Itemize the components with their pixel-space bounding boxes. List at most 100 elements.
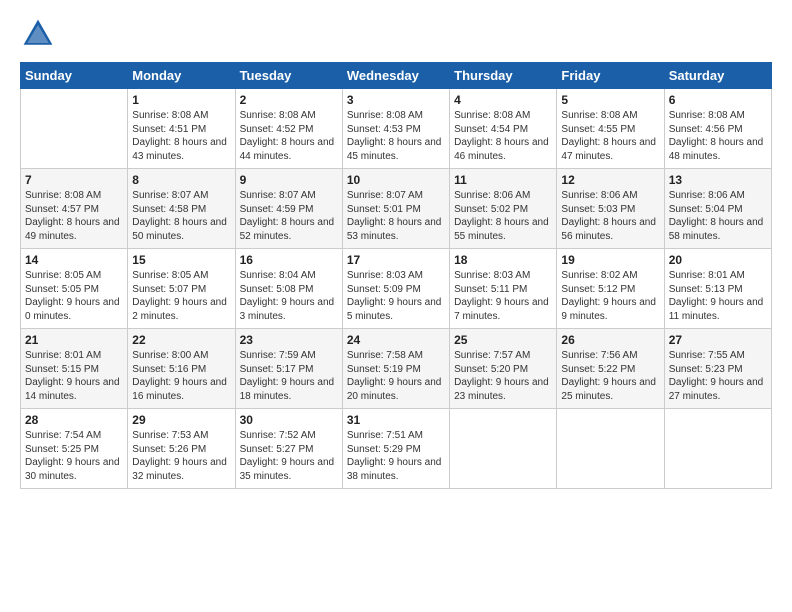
calendar-day-cell: 14Sunrise: 8:05 AMSunset: 5:05 PMDayligh… (21, 249, 128, 329)
calendar-day-cell: 12 Sunrise: 8:06 AMSunset: 5:03 PMDayligh… (557, 169, 664, 249)
day-info: Sunrise: 8:01 AMSunset: 5:15 PMDaylight:… (25, 349, 123, 403)
day-info: Sunrise: 8:08 AMSunset: 4:54 PMDaylight:… (454, 109, 552, 163)
calendar-day-cell: 19 Sunrise: 8:02 AMSunset: 5:12 PMDayligh… (557, 249, 664, 329)
day-info: Sunrise: 8:08 AMSunset: 4:57 PMDaylight:… (25, 189, 123, 243)
calendar-day-cell: 18 Sunrise: 8:03 AMSunset: 5:11 PMDayligh… (450, 249, 557, 329)
day-info: Sunrise: 7:58 AMSunset: 5:19 PMDaylight:… (347, 349, 445, 403)
calendar-week-row: 21 Sunrise: 8:01 AMSunset: 5:15 PMDayligh… (21, 329, 772, 409)
day-number: 31 (347, 413, 445, 427)
day-number: 9 (240, 173, 338, 187)
page-container: SundayMondayTuesdayWednesdayThursdayFrid… (0, 0, 792, 499)
logo (20, 16, 62, 52)
calendar-header-row: SundayMondayTuesdayWednesdayThursdayFrid… (21, 63, 772, 89)
calendar-day-cell: 29Sunrise: 7:53 AMSunset: 5:26 PMDayligh… (128, 409, 235, 489)
day-number: 26 (561, 333, 659, 347)
calendar-week-row: 7 Sunrise: 8:08 AMSunset: 4:57 PMDaylight… (21, 169, 772, 249)
calendar-day-cell: 8 Sunrise: 8:07 AMSunset: 4:58 PMDaylight… (128, 169, 235, 249)
calendar-day-cell: 23 Sunrise: 7:59 AMSunset: 5:17 PMDayligh… (235, 329, 342, 409)
calendar-day-cell: 13Sunrise: 8:06 AMSunset: 5:04 PMDayligh… (664, 169, 771, 249)
day-info: Sunrise: 8:08 AMSunset: 4:55 PMDaylight:… (561, 109, 659, 163)
calendar-table: SundayMondayTuesdayWednesdayThursdayFrid… (20, 62, 772, 489)
day-info: Sunrise: 8:08 AMSunset: 4:53 PMDaylight:… (347, 109, 445, 163)
day-number: 3 (347, 93, 445, 107)
day-info: Sunrise: 8:03 AMSunset: 5:11 PMDaylight:… (454, 269, 552, 323)
weekday-header: Tuesday (235, 63, 342, 89)
day-number: 21 (25, 333, 123, 347)
calendar-day-cell: 5 Sunrise: 8:08 AMSunset: 4:55 PMDaylight… (557, 89, 664, 169)
day-info: Sunrise: 8:08 AMSunset: 4:56 PMDaylight:… (669, 109, 767, 163)
logo-icon (20, 16, 56, 52)
calendar-day-cell: 30 Sunrise: 7:52 AMSunset: 5:27 PMDayligh… (235, 409, 342, 489)
day-info: Sunrise: 7:57 AMSunset: 5:20 PMDaylight:… (454, 349, 552, 403)
day-number: 16 (240, 253, 338, 267)
day-info: Sunrise: 8:05 AMSunset: 5:07 PMDaylight:… (132, 269, 230, 323)
day-number: 10 (347, 173, 445, 187)
calendar-day-cell: 15 Sunrise: 8:05 AMSunset: 5:07 PMDayligh… (128, 249, 235, 329)
calendar-day-cell: 11 Sunrise: 8:06 AMSunset: 5:02 PMDayligh… (450, 169, 557, 249)
day-info: Sunrise: 7:55 AMSunset: 5:23 PMDaylight:… (669, 349, 767, 403)
weekday-header: Wednesday (342, 63, 449, 89)
day-info: Sunrise: 8:01 AMSunset: 5:13 PMDaylight:… (669, 269, 767, 323)
calendar-day-cell: 3 Sunrise: 8:08 AMSunset: 4:53 PMDaylight… (342, 89, 449, 169)
day-number: 11 (454, 173, 552, 187)
calendar-day-cell: 2Sunrise: 8:08 AMSunset: 4:52 PMDaylight… (235, 89, 342, 169)
calendar-day-cell: 31 Sunrise: 7:51 AMSunset: 5:29 PMDayligh… (342, 409, 449, 489)
day-number: 14 (25, 253, 123, 267)
day-number: 1 (132, 93, 230, 107)
day-info: Sunrise: 7:51 AMSunset: 5:29 PMDaylight:… (347, 429, 445, 483)
calendar-day-cell: 20 Sunrise: 8:01 AMSunset: 5:13 PMDayligh… (664, 249, 771, 329)
calendar-day-cell (664, 409, 771, 489)
day-number: 8 (132, 173, 230, 187)
day-number: 5 (561, 93, 659, 107)
calendar-day-cell: 10 Sunrise: 8:07 AMSunset: 5:01 PMDayligh… (342, 169, 449, 249)
day-info: Sunrise: 8:08 AMSunset: 4:51 PMDaylight:… (132, 109, 230, 163)
day-number: 24 (347, 333, 445, 347)
day-number: 20 (669, 253, 767, 267)
day-number: 13 (669, 173, 767, 187)
day-number: 7 (25, 173, 123, 187)
day-number: 22 (132, 333, 230, 347)
calendar-day-cell: 4 Sunrise: 8:08 AMSunset: 4:54 PMDaylight… (450, 89, 557, 169)
calendar-day-cell: 21 Sunrise: 8:01 AMSunset: 5:15 PMDayligh… (21, 329, 128, 409)
day-info: Sunrise: 7:52 AMSunset: 5:27 PMDaylight:… (240, 429, 338, 483)
calendar-week-row: 1 Sunrise: 8:08 AMSunset: 4:51 PMDaylight… (21, 89, 772, 169)
day-info: Sunrise: 8:03 AMSunset: 5:09 PMDaylight:… (347, 269, 445, 323)
day-number: 15 (132, 253, 230, 267)
day-number: 4 (454, 93, 552, 107)
calendar-day-cell: 25 Sunrise: 7:57 AMSunset: 5:20 PMDayligh… (450, 329, 557, 409)
day-number: 17 (347, 253, 445, 267)
day-number: 27 (669, 333, 767, 347)
calendar-day-cell: 16 Sunrise: 8:04 AMSunset: 5:08 PMDayligh… (235, 249, 342, 329)
day-number: 19 (561, 253, 659, 267)
day-number: 18 (454, 253, 552, 267)
day-info: Sunrise: 7:59 AMSunset: 5:17 PMDaylight:… (240, 349, 338, 403)
calendar-day-cell: 28Sunrise: 7:54 AMSunset: 5:25 PMDayligh… (21, 409, 128, 489)
day-info: Sunrise: 8:02 AMSunset: 5:12 PMDaylight:… (561, 269, 659, 323)
calendar-day-cell: 6 Sunrise: 8:08 AMSunset: 4:56 PMDaylight… (664, 89, 771, 169)
weekday-header: Thursday (450, 63, 557, 89)
day-info: Sunrise: 8:07 AMSunset: 4:58 PMDaylight:… (132, 189, 230, 243)
day-info: Sunrise: 8:06 AMSunset: 5:03 PMDaylight:… (561, 189, 659, 243)
calendar-week-row: 14Sunrise: 8:05 AMSunset: 5:05 PMDayligh… (21, 249, 772, 329)
day-info: Sunrise: 8:07 AMSunset: 4:59 PMDaylight:… (240, 189, 338, 243)
calendar-day-cell: 7 Sunrise: 8:08 AMSunset: 4:57 PMDaylight… (21, 169, 128, 249)
day-number: 25 (454, 333, 552, 347)
calendar-day-cell: 1 Sunrise: 8:08 AMSunset: 4:51 PMDaylight… (128, 89, 235, 169)
day-info: Sunrise: 8:06 AMSunset: 5:02 PMDaylight:… (454, 189, 552, 243)
calendar-day-cell: 26Sunrise: 7:56 AMSunset: 5:22 PMDayligh… (557, 329, 664, 409)
day-info: Sunrise: 8:04 AMSunset: 5:08 PMDaylight:… (240, 269, 338, 323)
calendar-day-cell (450, 409, 557, 489)
day-number: 12 (561, 173, 659, 187)
calendar-day-cell: 27 Sunrise: 7:55 AMSunset: 5:23 PMDayligh… (664, 329, 771, 409)
day-number: 30 (240, 413, 338, 427)
weekday-header: Saturday (664, 63, 771, 89)
day-info: Sunrise: 7:53 AMSunset: 5:26 PMDaylight:… (132, 429, 230, 483)
day-number: 28 (25, 413, 123, 427)
day-info: Sunrise: 8:07 AMSunset: 5:01 PMDaylight:… (347, 189, 445, 243)
day-number: 6 (669, 93, 767, 107)
day-info: Sunrise: 8:08 AMSunset: 4:52 PMDaylight:… (240, 109, 338, 163)
calendar-day-cell (21, 89, 128, 169)
day-info: Sunrise: 8:00 AMSunset: 5:16 PMDaylight:… (132, 349, 230, 403)
day-number: 23 (240, 333, 338, 347)
calendar-day-cell: 17 Sunrise: 8:03 AMSunset: 5:09 PMDayligh… (342, 249, 449, 329)
